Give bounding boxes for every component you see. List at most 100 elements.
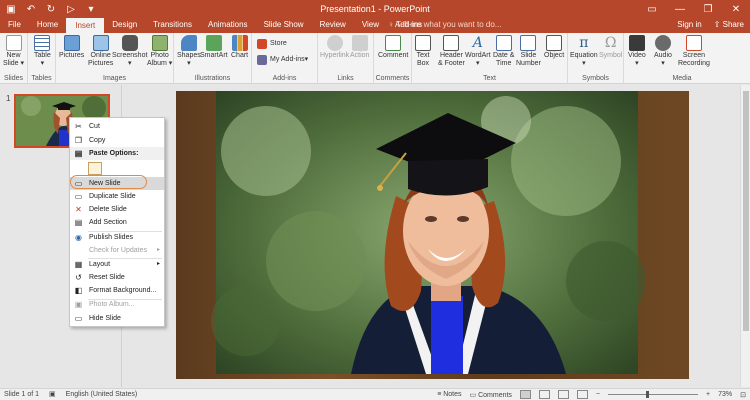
spelling-icon[interactable]: ▣ — [49, 390, 56, 398]
slide-1[interactable] — [176, 91, 689, 379]
video-icon — [628, 35, 645, 51]
group-slides: New Slide ▾ Slides — [0, 33, 28, 84]
tab-slide-show[interactable]: Slide Show — [256, 18, 312, 33]
date-time-button[interactable]: Date & Time — [493, 35, 514, 68]
header-footer-button[interactable]: Header & Footer — [438, 35, 465, 68]
zoom-in-button[interactable]: + — [706, 391, 710, 398]
photo-album-button[interactable]: Photo Album ▾ — [147, 35, 172, 68]
notes-button[interactable]: ≡ Notes — [437, 391, 461, 398]
zoom-out-button[interactable]: − — [596, 391, 600, 398]
menu-item-hide-slide[interactable]: ▭ Hide Slide — [70, 312, 164, 325]
store-button[interactable]: Store — [257, 39, 287, 49]
screenshot-label-2: ▾ — [127, 60, 132, 67]
date-time-label-2: Time — [496, 60, 512, 67]
group-label-illustrations: Illustrations — [194, 75, 231, 82]
minimize-button[interactable]: — — [666, 0, 694, 18]
new-slide-label: New — [6, 52, 21, 59]
menu-item-check-for-updates[interactable]: Check for Updates ▸ — [70, 244, 164, 257]
vertical-scrollbar[interactable] — [740, 85, 750, 387]
comment-button[interactable]: Comment — [378, 35, 408, 60]
group-label-slides: Slides — [3, 75, 24, 82]
slide-show-view-icon[interactable] — [576, 390, 588, 399]
group-text: Text Box Header & Footer A WordArt ▾ Dat… — [412, 33, 568, 84]
zoom-slider[interactable] — [608, 391, 699, 398]
paste-keep-source-icon[interactable] — [88, 162, 102, 175]
tab-file[interactable]: File — [0, 18, 29, 33]
chart-button[interactable]: Chart — [231, 35, 248, 60]
tab-home[interactable]: Home — [29, 18, 66, 33]
menu-item-label: Hide Slide — [89, 315, 121, 322]
group-images: Pictures Online Pictures Screenshot ▾ Ph… — [56, 33, 174, 84]
language-status[interactable]: English (United States) — [66, 391, 138, 398]
store-icon — [257, 39, 267, 49]
menu-item-copy[interactable]: ❐ Copy — [70, 134, 164, 147]
shapes-button[interactable]: Shapes ▾ — [177, 35, 201, 68]
ribbon-display-icon[interactable]: ▭ — [638, 0, 666, 18]
shapes-icon — [180, 35, 197, 51]
tab-insert[interactable]: Insert — [66, 18, 105, 33]
menu-item-layout[interactable]: ▦ Layout ▸ — [70, 258, 164, 271]
share-button[interactable]: ⇧ Share — [714, 18, 744, 32]
reading-view-icon[interactable] — [557, 390, 569, 399]
text-box-button[interactable]: Text Box — [415, 35, 431, 68]
slide-sorter-view-icon[interactable] — [538, 390, 550, 399]
menu-item-cut[interactable]: ✂ Cut — [70, 120, 164, 133]
pictures-button[interactable]: Pictures — [59, 35, 84, 60]
menu-item-photo-album[interactable]: ▣ Photo Album... — [70, 298, 164, 311]
object-button[interactable]: Object — [544, 35, 564, 60]
pictures-icon — [63, 35, 80, 51]
group-label-links: Links — [337, 75, 354, 82]
lightbulb-icon: ♀ — [388, 20, 397, 29]
screen-recording-button[interactable]: Screen Recording — [678, 35, 710, 68]
table-button[interactable]: Table ▾ — [34, 35, 51, 68]
ribbon-tabs: File Home Insert Design Transitions Anim… — [0, 18, 430, 33]
group-label-symbols: Symbols — [582, 75, 609, 82]
new-slide-button[interactable]: New Slide ▾ — [3, 35, 24, 68]
video-button[interactable]: Video ▾ — [628, 35, 646, 68]
sign-in-link[interactable]: Sign in — [677, 18, 701, 32]
action-button[interactable]: Action — [350, 35, 369, 60]
menu-item-format-background[interactable]: ◧ Format Background... — [70, 284, 164, 297]
maximize-button[interactable]: ❐ — [694, 0, 722, 18]
hyperlink-button[interactable]: Hyperlink — [320, 35, 349, 60]
tab-animations[interactable]: Animations — [200, 18, 256, 33]
photo-album-icon: ▣ — [74, 300, 83, 309]
equation-label: Equation — [570, 52, 598, 59]
wordart-button[interactable]: A WordArt ▾ — [465, 35, 491, 68]
menu-item-delete-slide[interactable]: ✕ Delete Slide — [70, 203, 164, 216]
group-tables: Table ▾ Tables — [28, 33, 56, 84]
fit-slide-icon[interactable]: ⊡ — [740, 391, 746, 399]
my-add-ins-icon — [257, 55, 267, 65]
close-button[interactable]: ✕ — [722, 0, 750, 18]
wordart-label-2: ▾ — [476, 60, 480, 67]
tab-design[interactable]: Design — [104, 18, 145, 33]
menu-item-publish-slides[interactable]: ◉ Publish Slides — [70, 231, 164, 244]
comments-button[interactable]: ▭ Comments — [470, 391, 512, 399]
menu-item-reset-slide[interactable]: ↺ Reset Slide — [70, 271, 164, 284]
online-pictures-button[interactable]: Online Pictures — [88, 35, 113, 68]
screenshot-button[interactable]: Screenshot ▾ — [112, 35, 147, 68]
menu-item-label: Photo Album... — [89, 301, 135, 308]
scrollbar-thumb[interactable] — [743, 91, 749, 331]
symbol-button[interactable]: Ω Symbol — [599, 35, 622, 60]
zoom-level[interactable]: 73% — [718, 391, 732, 398]
screen-recording-icon — [685, 35, 702, 51]
tab-transitions[interactable]: Transitions — [145, 18, 200, 33]
tab-review[interactable]: Review — [312, 18, 354, 33]
zoom-slider-thumb[interactable] — [646, 391, 650, 398]
group-label-text: Text — [483, 75, 496, 82]
my-add-ins-button[interactable]: My Add-ins ▾ — [257, 55, 308, 65]
screen-recording-label-2: Recording — [678, 60, 710, 67]
slide-number-button[interactable]: Slide Number — [516, 35, 541, 68]
audio-button[interactable]: Audio ▾ — [654, 35, 672, 68]
tab-view[interactable]: View — [354, 18, 387, 33]
smartart-button[interactable]: SmartArt — [200, 35, 228, 60]
share-icon: ⇧ — [713, 20, 723, 29]
equation-button[interactable]: π Equation ▾ — [570, 35, 598, 68]
tell-me-box[interactable]: ♀ Tell me what you want to do... — [388, 18, 501, 32]
normal-view-icon[interactable] — [519, 390, 531, 399]
context-menu: ✂ Cut ❐ Copy ▤ Paste Options: ▭ New Slid… — [69, 117, 165, 327]
group-label-comments: Comments — [375, 75, 410, 82]
menu-item-duplicate-slide[interactable]: ▭ Duplicate Slide — [70, 190, 164, 203]
menu-item-add-section[interactable]: ▤ Add Section — [70, 216, 164, 229]
